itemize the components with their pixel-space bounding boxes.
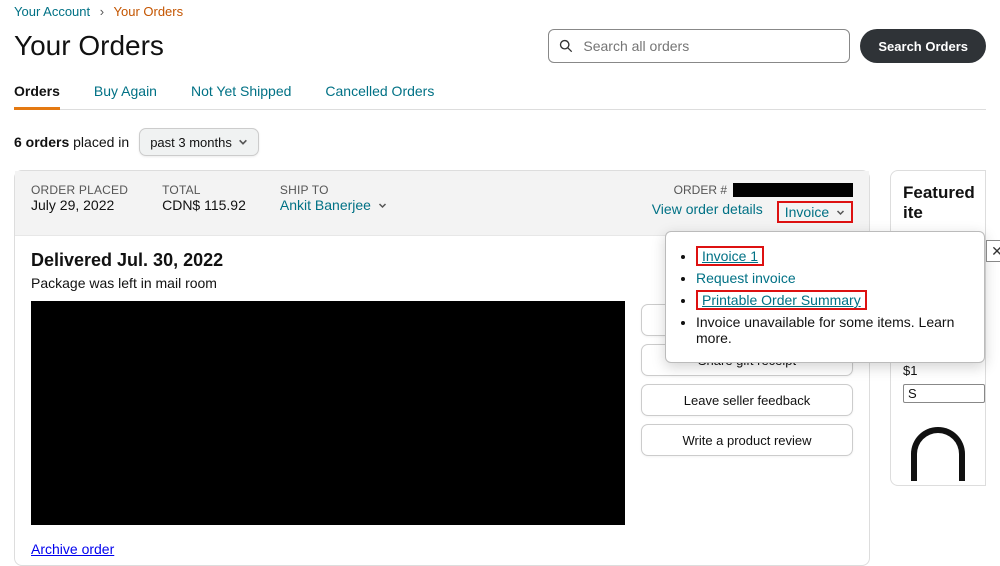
date-range-value: past 3 months <box>150 135 232 150</box>
highlight-invoice: Invoice <box>777 201 853 223</box>
close-popover-button[interactable]: ✕ <box>986 240 1000 262</box>
order-placed-label: ORDER PLACED <box>31 183 128 197</box>
search-box[interactable] <box>548 29 850 63</box>
date-range-dropdown[interactable]: past 3 months <box>139 128 259 156</box>
ship-to-label: SHIP TO <box>280 183 387 197</box>
search-orders-button[interactable]: Search Orders <box>860 29 986 63</box>
search-icon <box>559 39 573 53</box>
order-item-redacted <box>31 301 625 525</box>
ship-to-name[interactable]: Ankit Banerjee <box>280 197 371 213</box>
search-input[interactable] <box>581 37 839 55</box>
printable-order-summary-link[interactable]: Printable Order Summary <box>702 292 861 308</box>
tab-not-yet-shipped[interactable]: Not Yet Shipped <box>191 77 291 109</box>
invoice-popover: ✕ Invoice 1 Request invoice Printable Or… <box>665 231 985 363</box>
order-placed-value: July 29, 2022 <box>31 197 128 213</box>
order-count-text: placed in <box>73 134 129 150</box>
tab-buy-again[interactable]: Buy Again <box>94 77 157 109</box>
product-belt-price: $1 <box>903 363 985 378</box>
order-total-value: CDN$ 115.92 <box>162 197 246 213</box>
view-order-details-link[interactable]: View order details <box>652 201 763 223</box>
invoice-dropdown-link[interactable]: Invoice <box>785 204 829 220</box>
invoice-unavailable-text: Invoice unavailable for some items. Lear… <box>696 314 954 346</box>
delivery-note: Package was left in mail room <box>31 275 625 291</box>
product-belt-button[interactable]: S <box>903 384 985 403</box>
write-product-review-button[interactable]: Write a product review <box>641 424 853 456</box>
chevron-down-icon <box>238 137 248 147</box>
highlight-invoice-1: Invoice 1 <box>696 246 764 266</box>
breadcrumb-account[interactable]: Your Account <box>14 4 90 19</box>
order-total-label: TOTAL <box>162 183 246 197</box>
order-number-redacted <box>733 183 853 197</box>
highlight-printable-summary: Printable Order Summary <box>696 290 867 310</box>
order-count: 6 orders <box>14 134 69 150</box>
delivery-status: Delivered Jul. 30, 2022 <box>31 250 625 271</box>
featured-title-a: Featured ite <box>903 183 985 223</box>
breadcrumb-sep: › <box>100 4 104 19</box>
chevron-down-icon <box>836 208 845 217</box>
leave-seller-feedback-button[interactable]: Leave seller feedback <box>641 384 853 416</box>
tab-orders[interactable]: Orders <box>14 77 60 110</box>
invoice-1-link[interactable]: Invoice 1 <box>702 248 758 264</box>
archive-order-link[interactable]: Archive order <box>31 541 114 557</box>
request-invoice-link[interactable]: Request invoice <box>696 270 796 286</box>
order-card: ORDER PLACED July 29, 2022 TOTAL CDN$ 11… <box>14 170 870 566</box>
breadcrumb-current: Your Orders <box>114 4 184 19</box>
page-title: Your Orders <box>14 30 164 62</box>
product-headphones-image[interactable] <box>903 427 973 473</box>
tab-cancelled-orders[interactable]: Cancelled Orders <box>325 77 434 109</box>
order-number-label: ORDER # <box>674 183 727 197</box>
chevron-down-icon <box>378 201 387 210</box>
